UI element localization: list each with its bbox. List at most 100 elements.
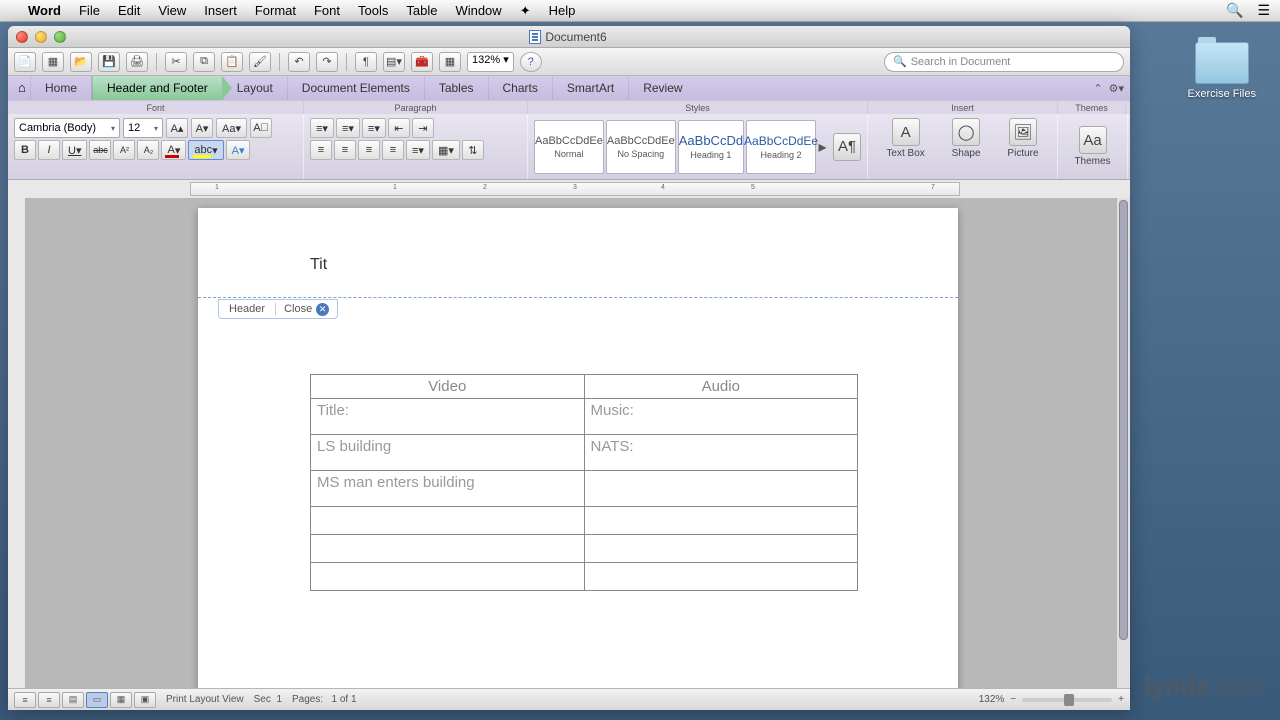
template-button[interactable]: ▦ <box>42 52 64 72</box>
menu-edit[interactable]: Edit <box>118 3 140 18</box>
save-button[interactable]: 💾 <box>98 52 120 72</box>
zoom-select[interactable]: 132% ▾ <box>467 52 514 72</box>
align-center-button[interactable]: ≡ <box>334 140 356 160</box>
bullets-button[interactable]: ≡▾ <box>310 118 334 138</box>
menu-view[interactable]: View <box>158 3 186 18</box>
header-label[interactable]: Header <box>219 303 276 315</box>
themes-button[interactable]: Aa Themes <box>1074 126 1110 167</box>
undo-button[interactable]: ↶ <box>288 52 310 72</box>
desktop-folder[interactable]: Exercise Files <box>1188 42 1256 100</box>
styles-pane-button[interactable]: A¶ <box>833 133 861 161</box>
multilevel-button[interactable]: ≡▾ <box>362 118 386 138</box>
view-print-layout-button[interactable]: ▭ <box>86 692 108 708</box>
view-notebook-button[interactable]: ▦ <box>110 692 132 708</box>
horizontal-ruler[interactable]: 1 1 2 3 4 5 7 <box>190 182 960 196</box>
shrink-font-button[interactable]: A▾ <box>191 118 213 138</box>
view-focus-button[interactable]: ▣ <box>134 692 156 708</box>
header-area[interactable]: Tit Header Close ✕ <box>198 208 958 298</box>
italic-button[interactable]: I <box>38 140 60 160</box>
show-marks-button[interactable]: ¶ <box>355 52 377 72</box>
highlight-button[interactable]: abc▾ <box>188 140 223 160</box>
sidebar-button[interactable]: ▤▾ <box>383 52 405 72</box>
open-button[interactable]: 📂 <box>70 52 92 72</box>
align-right-button[interactable]: ≡ <box>358 140 380 160</box>
textbox-button[interactable]: A Text Box <box>886 118 924 175</box>
change-case-button[interactable]: Aa▾ <box>216 118 247 138</box>
style-no-spacing[interactable]: AaBbCcDdEe No Spacing <box>606 120 676 174</box>
spotlight-icon[interactable]: 🔍 <box>1226 2 1243 19</box>
close-header-button[interactable]: Close ✕ <box>276 303 337 316</box>
borders-button[interactable]: ▦▾ <box>432 140 460 160</box>
zoom-in-button[interactable]: + <box>1118 694 1124 705</box>
redo-button[interactable]: ↷ <box>316 52 338 72</box>
tab-header-footer[interactable]: Header and Footer <box>92 76 222 100</box>
vertical-scrollbar[interactable] <box>1116 198 1130 688</box>
tab-charts[interactable]: Charts <box>488 76 552 100</box>
menu-file[interactable]: File <box>79 3 100 18</box>
minimize-window-icon[interactable] <box>35 31 47 43</box>
menu-table[interactable]: Table <box>406 3 437 18</box>
menu-format[interactable]: Format <box>255 3 296 18</box>
close-window-icon[interactable] <box>16 31 28 43</box>
subscript-button[interactable]: A₂ <box>137 140 159 160</box>
app-name[interactable]: Word <box>28 3 61 18</box>
styles-more-button[interactable]: ▸ <box>818 137 827 157</box>
underline-button[interactable]: U▾ <box>62 140 87 160</box>
tab-smartart[interactable]: SmartArt <box>552 76 628 100</box>
new-button[interactable]: 📄 <box>14 52 36 72</box>
view-publishing-button[interactable]: ▤ <box>62 692 84 708</box>
copy-button[interactable]: ⧉ <box>193 52 215 72</box>
increase-indent-button[interactable]: ⇥ <box>412 118 434 138</box>
zoom-slider[interactable] <box>1022 698 1112 702</box>
style-heading1[interactable]: AaBbCcDd Heading 1 <box>678 120 744 174</box>
font-family-select[interactable]: Cambria (Body)▾ <box>14 118 120 138</box>
menu-tools[interactable]: Tools <box>358 3 388 18</box>
style-heading2[interactable]: AaBbCcDdEe Heading 2 <box>746 120 816 174</box>
grow-font-button[interactable]: A▴ <box>166 118 188 138</box>
vertical-ruler[interactable] <box>8 198 26 688</box>
font-size-select[interactable]: 12▾ <box>123 118 163 138</box>
ribbon-settings-icon[interactable]: ⚙▾ <box>1109 82 1124 95</box>
picture-button[interactable]: 🖼 Picture <box>1007 118 1038 175</box>
menu-insert[interactable]: Insert <box>204 3 237 18</box>
numbering-button[interactable]: ≡▾ <box>336 118 360 138</box>
superscript-button[interactable]: A² <box>113 140 135 160</box>
tab-home[interactable]: Home <box>30 76 92 100</box>
font-color-button[interactable]: A▾ <box>161 140 186 160</box>
clear-format-button[interactable]: A⃠ <box>250 118 272 138</box>
paste-button[interactable]: 📋 <box>221 52 243 72</box>
collapse-ribbon-icon[interactable]: ⌃ <box>1093 82 1102 95</box>
scroll-thumb[interactable] <box>1119 200 1128 640</box>
decrease-indent-button[interactable]: ⇤ <box>388 118 410 138</box>
text-effects-button[interactable]: A▾ <box>226 140 251 160</box>
menu-window[interactable]: Window <box>455 3 501 18</box>
shape-button[interactable]: ◯ Shape <box>952 118 981 175</box>
watermark: lynda.com <box>1144 671 1264 702</box>
menu-list-icon[interactable]: ☰ <box>1257 2 1270 19</box>
tab-review[interactable]: Review <box>628 76 696 100</box>
tab-tables[interactable]: Tables <box>424 76 488 100</box>
toolbox-button[interactable]: 🧰 <box>411 52 433 72</box>
style-normal[interactable]: AaBbCcDdEe Normal <box>534 120 604 174</box>
print-button[interactable]: 🖨 <box>126 52 148 72</box>
help-button[interactable]: ? <box>520 52 542 72</box>
search-input[interactable]: 🔍 Search in Document <box>884 52 1124 72</box>
menu-script-icon[interactable]: ✦ <box>520 3 531 19</box>
justify-button[interactable]: ≡ <box>382 140 404 160</box>
zoom-out-button[interactable]: − <box>1010 694 1016 705</box>
bold-button[interactable]: B <box>14 140 36 160</box>
gallery-button[interactable]: ▦ <box>439 52 461 72</box>
zoom-window-icon[interactable] <box>54 31 66 43</box>
view-outline-button[interactable]: ≡ <box>38 692 60 708</box>
format-painter-button[interactable]: 🖌 <box>249 52 271 72</box>
tab-document-elements[interactable]: Document Elements <box>287 76 424 100</box>
line-spacing-button[interactable]: ≡▾ <box>406 140 430 160</box>
home-icon[interactable]: ⌂ <box>18 76 32 100</box>
menu-help[interactable]: Help <box>549 3 576 18</box>
view-draft-button[interactable]: ≡ <box>14 692 36 708</box>
menu-font[interactable]: Font <box>314 3 340 18</box>
align-left-button[interactable]: ≡ <box>310 140 332 160</box>
sort-button[interactable]: ⇅ <box>462 140 484 160</box>
cut-button[interactable]: ✂ <box>165 52 187 72</box>
strikethrough-button[interactable]: abc <box>89 140 111 160</box>
